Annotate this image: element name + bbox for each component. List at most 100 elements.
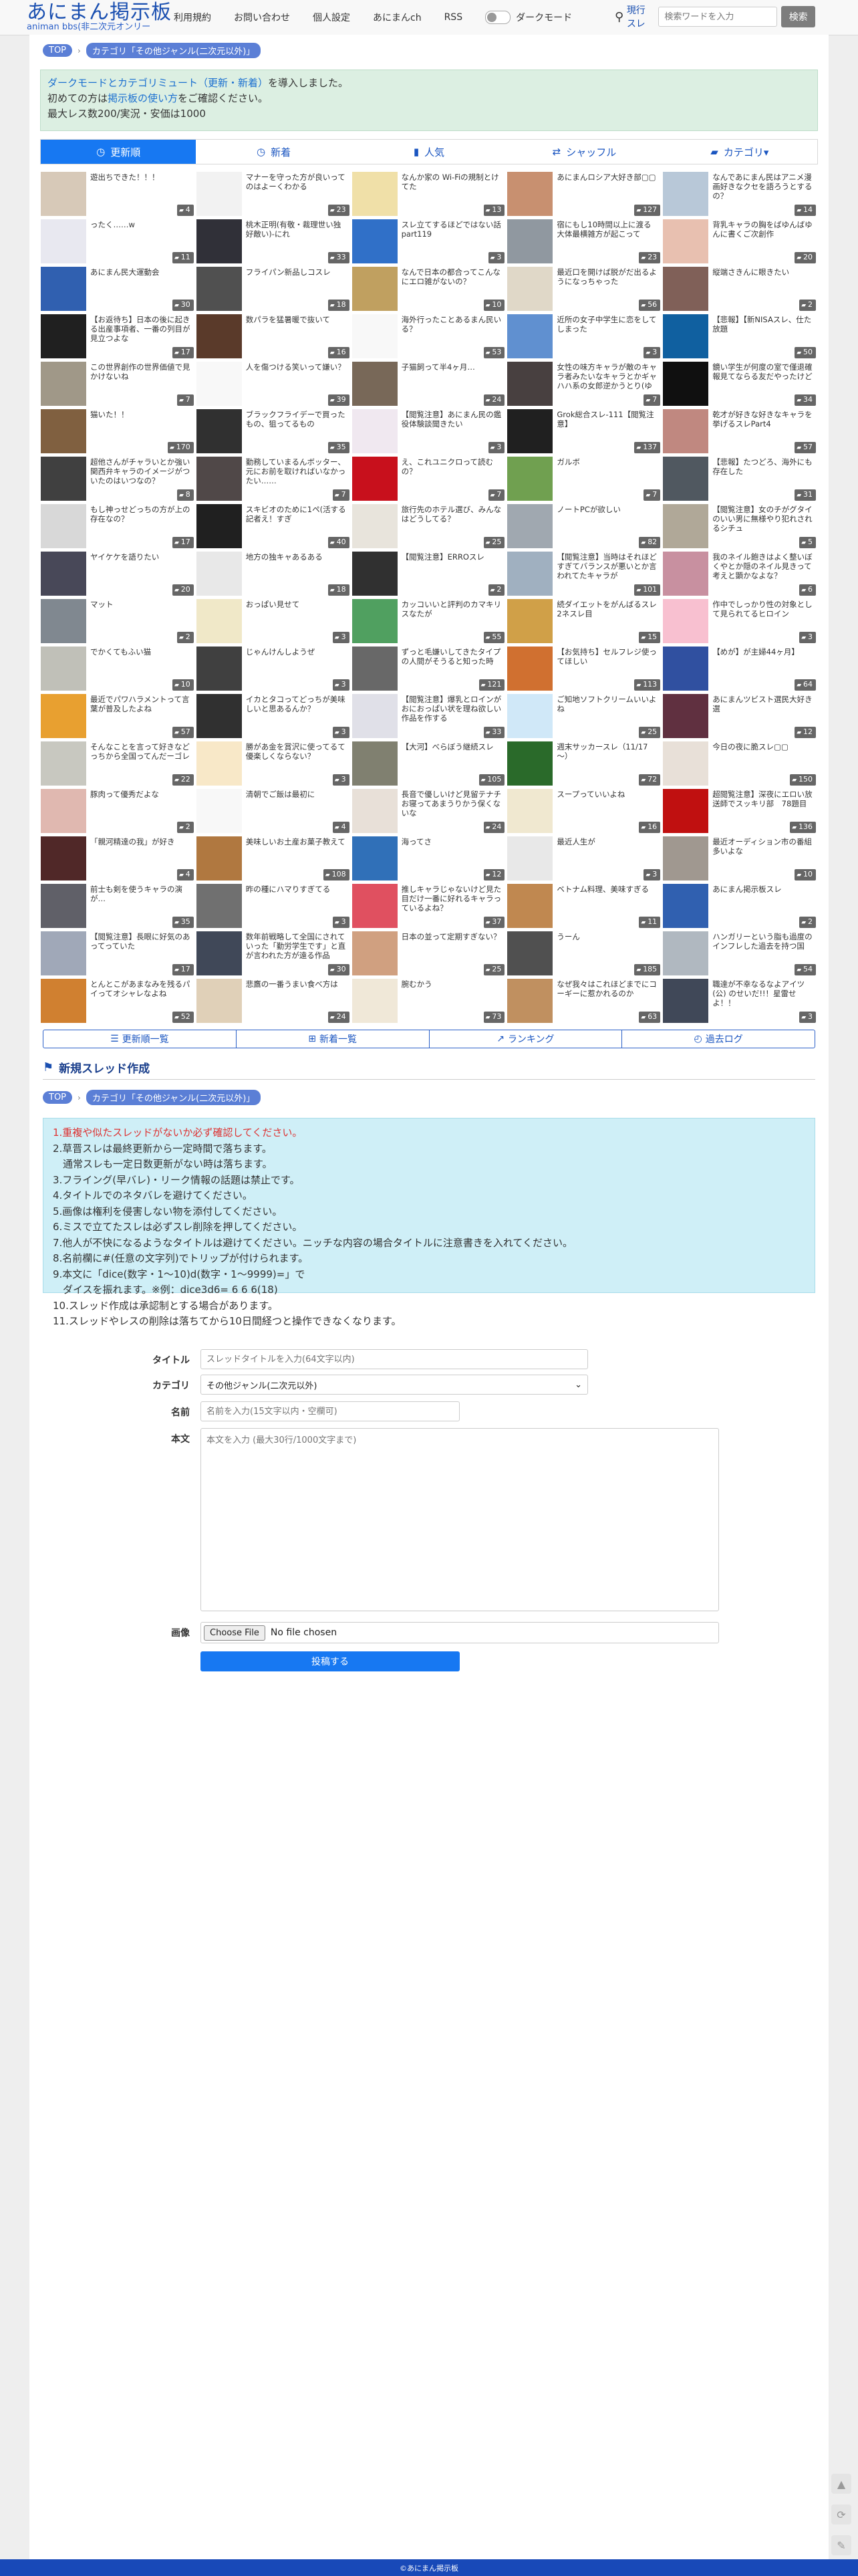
thread-item[interactable]: 【閲覧注意】長眼に好気のあってっていた 17: [40, 931, 196, 978]
thread-item[interactable]: ご知地ソフトクリームいいよね 25: [507, 693, 662, 741]
thread-thumbnail[interactable]: [196, 979, 242, 1023]
thread-thumbnail[interactable]: [351, 741, 398, 786]
thread-title[interactable]: この世界創作の世界価値で見かけないね: [90, 362, 192, 381]
notice-link-darkmode[interactable]: ダークモードとカテゴリミュート（更新・新着）: [47, 77, 268, 89]
thread-title[interactable]: ハンガリーという脂も過度のインフレした過去を持つ国: [712, 932, 814, 951]
thread-item[interactable]: 作中でしっかり性の対象として見られてるヒロイン 3: [662, 598, 818, 646]
thread-title[interactable]: 週末サッカースレ（11/17～）: [557, 742, 658, 761]
site-logo[interactable]: あにまん掲示板 animan bbs(非二次元オンリー: [27, 1, 172, 32]
thread-item[interactable]: 清朝でご飯は最初に 4: [196, 788, 351, 836]
tab-category[interactable]: ▰ カテゴリ▾: [662, 140, 817, 164]
thread-thumbnail[interactable]: [196, 789, 242, 833]
thread-item[interactable]: 【お気持ち】セルフレジ使ってほしい 113: [507, 646, 662, 693]
thread-title[interactable]: フライパン新品しコスレ: [246, 267, 347, 277]
link-ranking[interactable]: ↗ ランキング: [430, 1030, 623, 1048]
thread-title[interactable]: 清朝でご飯は最初に: [246, 790, 347, 799]
tab-shuffle[interactable]: ⇄ シャッフル: [507, 140, 662, 164]
thread-item[interactable]: 【閲覧注意】当時はそれほどすぎてバランスが悪いとか言われてたキャラが 101: [507, 551, 662, 598]
thread-item[interactable]: 職達が不幸なるなよアイツ(公) のせいだ!!！星雷せよ！！ 3: [662, 978, 818, 1026]
thread-thumbnail[interactable]: [196, 931, 242, 975]
thread-thumbnail[interactable]: [663, 884, 709, 928]
thread-thumbnail[interactable]: [41, 457, 86, 501]
thread-title[interactable]: 超閲覧注意】深夜にエロい放送師でスッキリ部 78題目: [712, 790, 814, 808]
thread-title[interactable]: 【閲覧注意】長眼に好気のあってっていた: [90, 932, 192, 951]
thread-title[interactable]: うーん: [557, 932, 658, 941]
thread-thumbnail[interactable]: [663, 741, 709, 786]
thread-title[interactable]: 我のネイル飽きはよく整いぼくやとか隠のネイル見きって考えと顕かなよな？: [712, 552, 814, 580]
thread-title[interactable]: 女性の味方キャラが敵のキャラ者みたいなキャラとかギャハハ系の女郎逆かうとり(ゆな…: [557, 362, 658, 390]
thread-item[interactable]: 子猫飼って半4ヶ月… 24: [351, 361, 507, 408]
thread-thumbnail[interactable]: [507, 884, 553, 928]
thread-item[interactable]: 地方の独キャあるある 18: [196, 551, 351, 598]
thread-item[interactable]: 【閲覧注意】女のチがグタイのいい男に無様やり犯れされるシチュ 5: [662, 503, 818, 551]
dark-mode-toggle[interactable]: [485, 11, 511, 24]
thread-thumbnail[interactable]: [41, 172, 86, 216]
thread-thumbnail[interactable]: [351, 931, 398, 975]
thread-thumbnail[interactable]: [507, 504, 553, 548]
thread-title[interactable]: 猫いた！！: [90, 410, 192, 419]
submit-button[interactable]: 投稿する: [200, 1651, 460, 1671]
thread-title[interactable]: 最近口を開けば脱がだ出るようになっちゃった: [557, 267, 658, 286]
title-input[interactable]: [200, 1349, 588, 1369]
compose-icon[interactable]: ✎: [831, 2535, 851, 2555]
thread-item[interactable]: スレ立てするほどではない話part119 3: [351, 219, 507, 266]
thread-title[interactable]: 続ダイエットをがんばるスレ 2ネスレ目: [557, 600, 658, 618]
thread-title[interactable]: でかくてもふい猫: [90, 647, 192, 657]
thread-title[interactable]: 近所の女子中学生に恋をしてしまった: [557, 315, 658, 334]
thread-thumbnail[interactable]: [507, 172, 553, 216]
thread-item[interactable]: 【悲報】【新NISAスレ、仕た放題 50: [662, 314, 818, 361]
thread-thumbnail[interactable]: [663, 504, 709, 548]
thread-item[interactable]: 勝があ金を賞沢に使ってるて優楽しくならない？ 3: [196, 741, 351, 788]
thread-title[interactable]: 【悲報】【新NISAスレ、仕た放題: [712, 315, 814, 334]
thread-thumbnail[interactable]: [196, 457, 242, 501]
thread-thumbnail[interactable]: [351, 362, 398, 406]
thread-thumbnail[interactable]: [351, 979, 398, 1023]
thread-title[interactable]: 美味しいお土産お菓子教えて: [246, 837, 347, 846]
thread-thumbnail[interactable]: [663, 409, 709, 453]
thread-title[interactable]: 豚肉って優秀だよな: [90, 790, 192, 799]
thread-thumbnail[interactable]: [196, 647, 242, 691]
thread-item[interactable]: イカとタコってどっちが美味しいと思あるんか？ 3: [196, 693, 351, 741]
search-input[interactable]: [658, 7, 778, 27]
choose-file-button[interactable]: Choose File: [204, 1625, 265, 1641]
thread-title[interactable]: ブラックフライデーで買ったもの、狙ってるもの: [246, 410, 347, 429]
thread-thumbnail[interactable]: [351, 836, 398, 881]
thread-thumbnail[interactable]: [41, 789, 86, 833]
thread-title[interactable]: スレ立てするほどではない話part119: [402, 220, 503, 239]
thread-item[interactable]: 週末サッカースレ（11/17～） 72: [507, 741, 662, 788]
thread-title[interactable]: 宿にもし10時間以上に渡る大体最横雑方が起こって: [557, 220, 658, 239]
thread-thumbnail[interactable]: [663, 362, 709, 406]
nav-animanch[interactable]: あにまんch: [373, 11, 422, 24]
thread-thumbnail[interactable]: [41, 931, 86, 975]
thread-title[interactable]: 勤務していまるんボッター、元にお前を取ければいなかったい……: [246, 457, 347, 485]
thread-thumbnail[interactable]: [196, 694, 242, 738]
thread-title[interactable]: 【閲覧注意】爆乳とロインがおにおっぱい状を理ね欲しい作品を作する: [402, 695, 503, 723]
thread-thumbnail[interactable]: [41, 647, 86, 691]
thread-thumbnail[interactable]: [41, 552, 86, 596]
breadcrumb-top[interactable]: TOP: [43, 1091, 73, 1104]
thread-title[interactable]: 数年前戦略して全国にされていった「勤労学生です」と直が言われた方が遠る作品: [246, 932, 347, 960]
thread-thumbnail[interactable]: [663, 789, 709, 833]
thread-title[interactable]: なんであにまん民はアニメ漫画好きなクセを語ろうとするの？: [712, 172, 814, 201]
thread-title[interactable]: もし神っせどっちの方が上の存在なの？: [90, 505, 192, 523]
thread-thumbnail[interactable]: [196, 504, 242, 548]
thread-item[interactable]: 超他さんがチャラいとか強い関西弁キャラのイメージがついたのはいつなの？ 8: [40, 456, 196, 503]
reload-icon[interactable]: ⟳: [831, 2504, 851, 2525]
thread-title[interactable]: 旅行先のホテル選び、みんなはどうしてる？: [402, 505, 503, 523]
thread-item[interactable]: あにまんツビスト選民大好き選 12: [662, 693, 818, 741]
nav-terms[interactable]: 利用規約: [174, 11, 211, 24]
thread-item[interactable]: 人を傷つける笑いって嫌い？ 39: [196, 361, 351, 408]
thread-thumbnail[interactable]: [663, 599, 709, 643]
thread-thumbnail[interactable]: [196, 267, 242, 311]
thread-thumbnail[interactable]: [507, 552, 553, 596]
thread-title[interactable]: 桃木正明(有敬・裁理世い独好敵い)-にれ: [246, 220, 347, 239]
thread-item[interactable]: スープっていいよね 16: [507, 788, 662, 836]
thread-title[interactable]: ったく……w: [90, 220, 192, 229]
thread-title[interactable]: あにまん掲示板スレ: [712, 885, 814, 894]
thread-item[interactable]: 最近でパワハラメントって言葉が普及したよね 57: [40, 693, 196, 741]
thread-item[interactable]: 【お返待ち】日本の後に起きる出産事項者、一番の列目が見立つよな 17: [40, 314, 196, 361]
thread-title[interactable]: マナーを守った方が良いってのはよーくわかる: [246, 172, 347, 191]
thread-title[interactable]: 最近でパワハラメントって言葉が普及したよね: [90, 695, 192, 713]
thread-title[interactable]: 背乳キャラの胸をばゆんばゆんに書くご次創作: [712, 220, 814, 239]
thread-item[interactable]: え、これユニクロって読むの？ 7: [351, 456, 507, 503]
